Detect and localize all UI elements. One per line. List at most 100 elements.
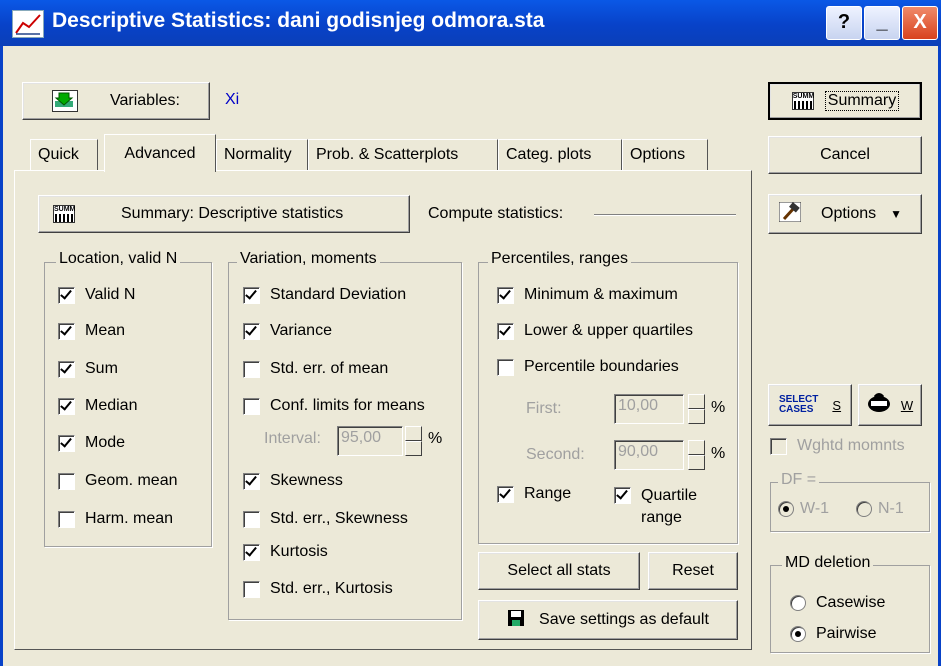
md-casewise-radio-dot[interactable] [790,595,806,611]
weight-button[interactable]: W [858,384,922,426]
variation-skewness-box[interactable] [243,472,260,490]
minimize-button[interactable]: _ [864,6,900,40]
location-harm-mean-box[interactable] [58,510,75,528]
variation-std-err-of-mean-checkbox[interactable]: Std. err. of mean [243,360,388,378]
second-label: Second: [526,446,585,463]
variation-std-err-skewness-label: Std. err., Skewness [270,510,408,527]
location-sum-checkbox[interactable]: Sum [58,360,118,378]
tab-options[interactable]: Options [622,139,708,171]
df-n1-label: N-1 [878,500,904,517]
location-mode-checkbox[interactable]: Mode [58,434,125,452]
close-button[interactable]: X [902,6,938,40]
md-casewise-label: Casewise [816,594,886,611]
location-harm-mean-label: Harm. mean [85,510,174,527]
location-harm-mean-checkbox[interactable]: Harm. mean [58,510,173,528]
percentiles-minimum-maximum-checkbox[interactable]: Minimum & maximum [497,286,678,304]
variation-std-err-kurtosis-box[interactable] [243,580,260,598]
location-median-checkbox[interactable]: Median [58,397,137,415]
wghtd-momnts-box[interactable] [770,437,787,455]
first-input[interactable]: 10,00 [614,394,684,424]
tab-advanced[interactable]: Advanced [104,134,216,172]
variation-standard-deviation-checkbox[interactable]: Standard Deviation [243,286,406,304]
tab-quick[interactable]: Quick [30,139,98,171]
percentiles-minimum-maximum-box[interactable] [497,286,514,304]
wghtd-momnts-label: Wghtd momnts [797,437,905,454]
percentiles-lower-upper-quartiles-label: Lower & upper quartiles [524,322,693,339]
location-sum-box[interactable] [58,360,75,378]
summary-descriptive-button[interactable]: SUMM Summary: Descriptive statistics [38,195,410,233]
percentiles-percentile-boundaries-label: Percentile boundaries [524,358,679,375]
second-spinner[interactable] [688,440,705,470]
variation-conf-limits-for-means-checkbox[interactable]: Conf. limits for means [243,397,425,415]
summary-icon: SUMM [791,92,814,110]
variation-std-err-of-mean-box[interactable] [243,360,260,378]
location-geom-mean-label: Geom. mean [85,472,178,489]
variation-group-title: Variation, moments [237,250,380,268]
select-cases-key: S [832,397,842,413]
cancel-button[interactable]: Cancel [768,136,922,174]
options-label: Options [821,205,877,222]
location-valid-n-checkbox[interactable]: Valid N [58,286,135,304]
tab-normality[interactable]: Normality [216,139,308,171]
df-w1-radio[interactable]: W-1 [778,500,829,518]
select-cases-button[interactable]: SELECT CASES S [768,384,852,426]
variation-skewness-checkbox[interactable]: Skewness [243,472,343,490]
quartile-range-box[interactable] [614,487,631,504]
percentiles-percentile-boundaries-checkbox[interactable]: Percentile boundaries [497,358,679,376]
variation-standard-deviation-box[interactable] [243,286,260,304]
location-mean-checkbox[interactable]: Mean [58,322,125,340]
range-box[interactable] [497,485,514,503]
variation-kurtosis-label: Kurtosis [270,543,328,560]
wghtd-momnts-checkbox[interactable]: Wghtd momnts [770,437,905,455]
df-w1-label: W-1 [800,500,830,517]
second-input[interactable]: 90,00 [614,440,684,470]
divider [594,214,736,216]
location-median-box[interactable] [58,397,75,415]
variation-std-err-of-mean-label: Std. err. of mean [270,360,389,377]
variation-std-err-skewness-checkbox[interactable]: Std. err., Skewness [243,510,408,528]
variation-conf-limits-for-means-label: Conf. limits for means [270,397,425,414]
quartile-range-checkbox[interactable]: Quartile range [614,485,697,529]
percentiles-lower-upper-quartiles-checkbox[interactable]: Lower & upper quartiles [497,322,693,340]
select-cases-icon: SELECT CASES [778,394,819,415]
df-w1-radio-dot[interactable] [778,501,794,517]
df-n1-radio[interactable]: N-1 [856,500,904,518]
md-pairwise-radio[interactable]: Pairwise [790,625,876,643]
first-spinner[interactable] [688,394,705,424]
location-geom-mean-checkbox[interactable]: Geom. mean [58,472,177,490]
tab-categ-plots[interactable]: Categ. plots [498,139,622,171]
range-checkbox[interactable]: Range [497,485,571,503]
location-geom-mean-box[interactable] [58,472,75,490]
variation-kurtosis-box[interactable] [243,543,260,561]
location-mean-box[interactable] [58,322,75,340]
location-valid-n-box[interactable] [58,286,75,304]
variation-conf-limits-for-means-box[interactable] [243,397,260,415]
variation-variance-box[interactable] [243,322,260,340]
interval-unit: % [428,430,443,447]
summary-label: Summary [824,91,900,111]
variation-std-err-kurtosis-checkbox[interactable]: Std. err., Kurtosis [243,580,393,598]
df-group-title: DF = [778,471,820,489]
summary-button[interactable]: SUMM Summary [768,82,922,120]
md-deletion-title: MD deletion [782,554,874,572]
variation-skewness-label: Skewness [270,472,343,489]
variation-std-err-skewness-box[interactable] [243,510,260,528]
location-mode-box[interactable] [58,434,75,452]
variation-variance-checkbox[interactable]: Variance [243,322,332,340]
tab-prob-scatterplots[interactable]: Prob. & Scatterplots [308,139,498,171]
md-casewise-radio[interactable]: Casewise [790,594,885,612]
options-button[interactable]: Options ▼ [768,194,922,234]
variables-button[interactable]: Variables: [22,82,210,120]
select-all-stats-button[interactable]: Select all stats [478,552,640,590]
percentiles-lower-upper-quartiles-box[interactable] [497,322,514,340]
interval-spinner[interactable] [405,426,422,456]
reset-button[interactable]: Reset [648,552,738,590]
help-button[interactable]: ? [826,6,862,40]
percentiles-percentile-boundaries-box[interactable] [497,358,514,376]
save-settings-default-button[interactable]: Save settings as default [478,600,738,640]
df-n1-radio-dot[interactable] [856,501,872,517]
second-unit: % [711,445,726,462]
md-pairwise-radio-dot[interactable] [790,626,806,642]
variation-kurtosis-checkbox[interactable]: Kurtosis [243,543,328,561]
interval-input[interactable]: 95,00 [337,426,403,456]
